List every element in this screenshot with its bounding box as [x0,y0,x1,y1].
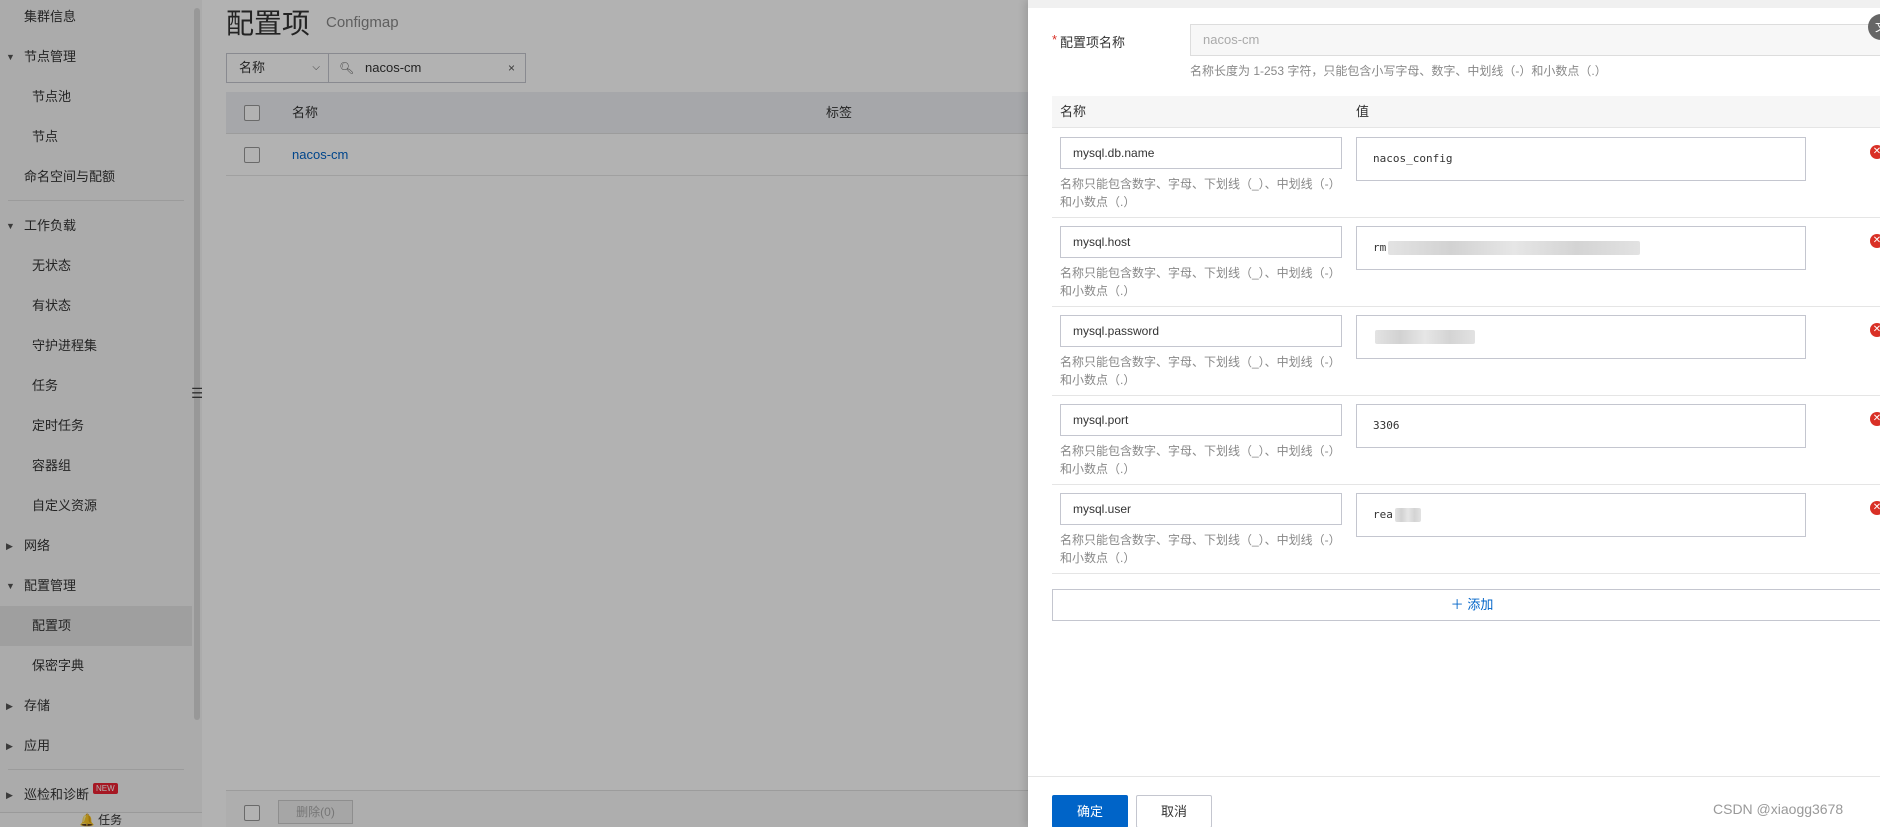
edit-configmap-drawer: * 配置项名称 nacos-cm 名称长度为 1-253 字符，只能包含小写字母… [1028,0,1880,827]
configmap-name-label: 配置项名称 [1060,35,1126,50]
kv-key-input[interactable]: mysql.db.name [1060,137,1342,169]
modal-overlay[interactable] [0,0,1028,827]
redacted-blur [1394,508,1421,522]
kv-key-hint: 名称只能包含数字、字母、下划线（_）、中划线（-）和小数点（.） [1060,177,1341,209]
kv-key-input[interactable]: mysql.port [1060,404,1342,436]
kv-key-hint: 名称只能包含数字、字母、下划线（_）、中划线（-）和小数点（.） [1060,533,1341,565]
configmap-name-input: nacos-cm [1190,24,1880,56]
kv-table-header: 名称 值 [1052,96,1880,128]
kv-key-input[interactable]: mysql.password [1060,315,1342,347]
kv-row: mysql.db.name 名称只能包含数字、字母、下划线（_）、中划线（-）和… [1052,129,1880,218]
kv-value-text: rea [1373,508,1393,521]
kv-key-hint: 名称只能包含数字、字母、下划线（_）、中划线（-）和小数点（.） [1060,355,1341,387]
kv-value-input[interactable] [1356,315,1806,359]
remove-entry-icon[interactable]: ✕ [1870,234,1880,248]
kv-value-text: 3306 [1373,419,1400,432]
confirm-button[interactable]: 确定 [1052,795,1128,827]
remove-entry-icon[interactable]: ✕ [1870,145,1880,159]
kv-row: mysql.password 名称只能包含数字、字母、下划线（_）、中划线（-）… [1052,307,1880,396]
drawer-footer: 确定 取消 CSDN @xiaogg3678 [1028,776,1880,827]
redacted-blur [1388,241,1641,255]
kv-key-input[interactable]: mysql.host [1060,226,1342,258]
cancel-button[interactable]: 取消 [1136,795,1212,827]
kv-row: mysql.port 名称只能包含数字、字母、下划线（_）、中划线（-）和小数点… [1052,396,1880,485]
add-entry-label: 添加 [1467,597,1494,612]
configmap-name-hint: 名称长度为 1-253 字符，只能包含小写字母、数字、中划线（-）和小数点（.） [1190,64,1607,78]
remove-entry-icon[interactable]: ✕ [1870,323,1880,337]
add-entry-button[interactable]: ＋ 添加 [1052,589,1880,621]
remove-entry-icon[interactable]: ✕ [1870,412,1880,426]
kv-key-hint: 名称只能包含数字、字母、下划线（_）、中划线（-）和小数点（.） [1060,444,1341,476]
remove-entry-icon[interactable]: ✕ [1870,501,1880,515]
kv-value-text: nacos_config [1373,152,1453,165]
kv-key-hint: 名称只能包含数字、字母、下划线（_）、中划线（-）和小数点（.） [1060,266,1341,298]
kv-column-key: 名称 [1060,104,1087,119]
kv-value-input[interactable]: 3306 [1356,404,1806,448]
kv-value-text: rm [1373,241,1387,254]
drawer-top-strip [1028,0,1880,8]
kv-value-input[interactable]: rm [1356,226,1806,270]
kv-column-value: 值 [1356,104,1370,119]
kv-key-input[interactable]: mysql.user [1060,493,1342,525]
kv-value-input[interactable]: rea [1356,493,1806,537]
kv-value-input[interactable]: nacos_config [1356,137,1806,181]
kv-row: mysql.host 名称只能包含数字、字母、下划线（_）、中划线（-）和小数点… [1052,218,1880,307]
watermark-text: CSDN @xiaogg3678 [1713,801,1844,817]
redacted-blur [1375,330,1475,344]
required-marker: * [1052,32,1058,47]
plus-icon: ＋ [1450,597,1464,612]
kv-row: mysql.user 名称只能包含数字、字母、下划线（_）、中划线（-）和小数点… [1052,485,1880,574]
